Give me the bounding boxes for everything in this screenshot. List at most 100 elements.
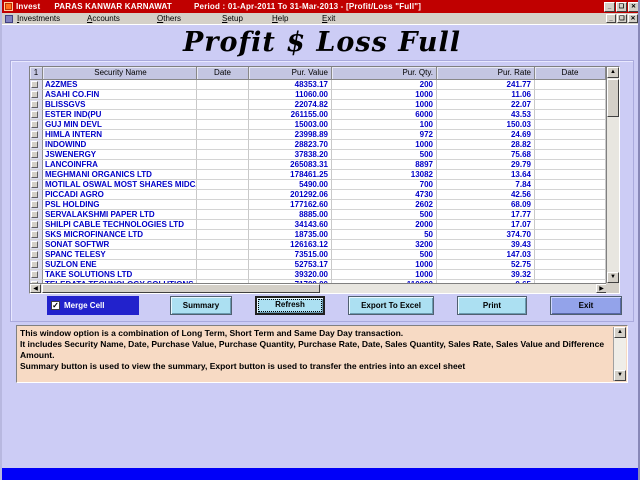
cell-security-name: SUZLON ENE [43, 260, 197, 270]
cell-date [197, 250, 249, 260]
grid-horizontal-scrollbar[interactable]: ◀ ▶ [30, 283, 607, 293]
cell-date [197, 100, 249, 110]
cell-pur-qty: 6000 [332, 110, 437, 120]
column-header-pur-qty[interactable]: Pur. Qty. [332, 67, 437, 80]
cell-security-name: JSWENERGY [43, 150, 197, 160]
table-row[interactable]: TAKE SOLUTIONS LTD 39320.00 1000 39.32 [30, 270, 606, 280]
cell-pur-rate: 39.43 [437, 240, 535, 250]
close-icon[interactable]: ✕ [628, 2, 639, 12]
cell-pur-value: 28823.70 [249, 140, 332, 150]
cell-pur-value: 265083.31 [249, 160, 332, 170]
table-row[interactable]: SERVALAKSHMI PAPER LTD 8885.00 500 17.77 [30, 210, 606, 220]
menu-item-help[interactable]: Help [272, 14, 322, 23]
menu-item-others[interactable]: Others [157, 14, 222, 23]
table-row[interactable]: ESTER IND(PU 261155.00 6000 43.53 [30, 110, 606, 120]
row-expand-button[interactable] [31, 191, 38, 198]
cell-security-name: SONAT SOFTWR [43, 240, 197, 250]
table-row[interactable]: JSWENERGY 37838.20 500 75.68 [30, 150, 606, 160]
child-minimize-icon[interactable]: _ [606, 14, 616, 23]
scrollbar-corner [606, 283, 619, 293]
print-button[interactable]: Print [457, 296, 527, 315]
horizontal-scroll-thumb[interactable] [42, 284, 320, 293]
row-expand-button[interactable] [31, 261, 38, 268]
table-row[interactable]: A2ZMES 48353.17 200 241.77 [30, 80, 606, 90]
row-expand-button[interactable] [31, 141, 38, 148]
table-row[interactable]: SKS MICROFINANCE LTD 18735.00 50 374.70 [30, 230, 606, 240]
column-header-security-name[interactable]: Security Name [43, 67, 197, 80]
table-row[interactable]: INDOWIND 28823.70 1000 28.82 [30, 140, 606, 150]
exit-button[interactable]: Exit [550, 296, 622, 315]
table-row[interactable]: ASAHI CO.FIN 11060.00 1000 11.06 [30, 90, 606, 100]
row-expand-button[interactable] [31, 161, 38, 168]
row-expand-button[interactable] [31, 81, 38, 88]
row-expand-button[interactable] [31, 171, 38, 178]
row-expand-button[interactable] [31, 101, 38, 108]
child-window-icon[interactable] [5, 15, 13, 23]
table-row[interactable]: MEGHMANI ORGANICS LTD 178461.25 13082 13… [30, 170, 606, 180]
cell-pur-qty: 2602 [332, 200, 437, 210]
cell-pur-rate: 22.07 [437, 100, 535, 110]
table-row[interactable]: GUJ MIN DEVL 15003.00 100 150.03 [30, 120, 606, 130]
row-expand-button[interactable] [31, 111, 38, 118]
cell-pur-rate: 13.64 [437, 170, 535, 180]
row-expand-button[interactable] [31, 181, 38, 188]
row-expand-button[interactable] [31, 241, 38, 248]
securities-grid: 1 Security Name Date Pur. Value Pur. Qty… [29, 66, 620, 294]
row-expand-button[interactable] [31, 201, 38, 208]
column-header-date2[interactable]: Date [535, 67, 606, 80]
table-row[interactable]: SUZLON ENE 52753.17 1000 52.75 [30, 260, 606, 270]
description-scrollbar[interactable]: ▲ ▼ [613, 327, 626, 381]
cell-date2 [535, 220, 606, 230]
child-close-icon[interactable]: ✕ [628, 14, 638, 23]
summary-button[interactable]: Summary [170, 296, 232, 315]
row-expand-button[interactable] [31, 91, 38, 98]
table-row[interactable]: SONAT SOFTWR 126163.12 3200 39.43 [30, 240, 606, 250]
cell-security-name: LANCOINFRA [43, 160, 197, 170]
row-expand-button[interactable] [31, 131, 38, 138]
row-expand-button[interactable] [31, 271, 38, 278]
row-expand-button[interactable] [31, 211, 38, 218]
row-expand-button[interactable] [31, 251, 38, 258]
cell-pur-value: 52753.17 [249, 260, 332, 270]
scroll-left-icon[interactable]: ◀ [30, 284, 41, 293]
export-to-excel-button[interactable]: Export To Excel [348, 296, 434, 315]
cell-pur-rate: 147.03 [437, 250, 535, 260]
row-expand-button[interactable] [31, 221, 38, 228]
desc-scroll-up-icon[interactable]: ▲ [614, 327, 626, 338]
table-row[interactable]: HIMLA INTERN 23998.89 972 24.69 [30, 130, 606, 140]
scroll-up-icon[interactable]: ▲ [607, 67, 619, 78]
minimize-icon[interactable]: _ [604, 2, 615, 12]
merge-cell-checkbox[interactable]: ✓ [51, 301, 60, 310]
menu-item-accounts[interactable]: Accounts [87, 14, 157, 23]
table-row[interactable]: PICCADI AGRO 201292.06 4730 42.56 [30, 190, 606, 200]
table-row[interactable]: MOTILAL OSWAL MOST SHARES MIDCAP 5490.00… [30, 180, 606, 190]
refresh-button[interactable]: Refresh [255, 296, 325, 315]
cell-date2 [535, 90, 606, 100]
cell-security-name: MEGHMANI ORGANICS LTD [43, 170, 197, 180]
row-expand-button[interactable] [31, 151, 38, 158]
cell-date2 [535, 150, 606, 160]
table-row[interactable]: PSL HOLDING 177162.60 2602 68.09 [30, 200, 606, 210]
grid-vertical-scrollbar[interactable]: ▲ ▼ [606, 67, 619, 283]
menu-item-setup[interactable]: Setup [222, 14, 272, 23]
cell-date [197, 210, 249, 220]
restore-icon[interactable]: ❏ [616, 2, 627, 12]
desc-scroll-down-icon[interactable]: ▼ [614, 370, 626, 381]
column-header-pur-rate[interactable]: Pur. Rate [437, 67, 535, 80]
vertical-scroll-thumb[interactable] [607, 79, 619, 117]
column-header-pur-value[interactable]: Pur. Value [249, 67, 332, 80]
menu-item-exit[interactable]: Exit [322, 14, 362, 23]
cell-date2 [535, 140, 606, 150]
child-restore-icon[interactable]: ❏ [617, 14, 627, 23]
column-header-date[interactable]: Date [197, 67, 249, 80]
row-expand-button[interactable] [31, 231, 38, 238]
table-row[interactable]: SPANC TELESY 73515.00 500 147.03 [30, 250, 606, 260]
menu-item-investments[interactable]: Investments [17, 14, 87, 23]
table-row[interactable]: SHILPI CABLE TECHNOLOGIES LTD 34143.60 2… [30, 220, 606, 230]
cell-pur-value: 48353.17 [249, 80, 332, 90]
row-expand-button[interactable] [31, 121, 38, 128]
scroll-down-icon[interactable]: ▼ [607, 272, 619, 283]
table-row[interactable]: LANCOINFRA 265083.31 8897 29.79 [30, 160, 606, 170]
table-row[interactable]: BLISSGVS 22074.82 1000 22.07 [30, 100, 606, 110]
cell-security-name: PICCADI AGRO [43, 190, 197, 200]
